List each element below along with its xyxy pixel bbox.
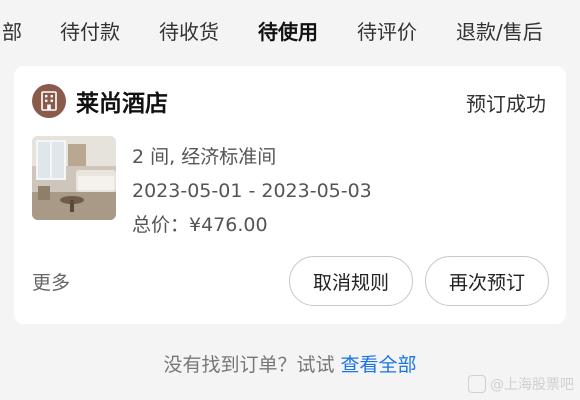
building-icon xyxy=(32,84,66,118)
watermark-logo-icon xyxy=(468,375,486,393)
no-order-hint: 没有找到订单？试试 xyxy=(163,354,335,376)
order-tabs: 部 待付款 待收货 待使用 待评价 退款/售后 xyxy=(0,0,580,60)
view-all-link[interactable]: 查看全部 xyxy=(341,354,417,376)
tab-pending-payment[interactable]: 待付款 xyxy=(60,16,120,45)
tab-pending-receipt[interactable]: 待收货 xyxy=(159,16,219,45)
room-info: 2 间, 经济标准间 xyxy=(132,146,277,168)
watermark-text: @上海股票吧 xyxy=(490,377,574,393)
order-details: 2 间, 经济标准间 2023-05-01 - 2023-05-03 总价：¥4… xyxy=(132,140,372,242)
room-thumbnail[interactable] xyxy=(32,136,116,220)
cancel-rules-button[interactable]: 取消规则 xyxy=(289,256,413,306)
more-button[interactable]: 更多 xyxy=(32,268,70,295)
rebook-button[interactable]: 再次预订 xyxy=(425,256,549,306)
order-status: 预订成功 xyxy=(466,92,546,116)
total-price: 总价：¥476.00 xyxy=(132,214,268,236)
stay-dates: 2023-05-01 - 2023-05-03 xyxy=(132,180,372,202)
tab-all[interactable]: 部 xyxy=(2,16,22,45)
order-list-page: 部 待付款 待收货 待使用 待评价 退款/售后 莱尚酒店 预订成功 2 间, 经… xyxy=(0,0,580,400)
tab-pending-use[interactable]: 待使用 xyxy=(258,16,318,48)
watermark: @上海股票吧 xyxy=(468,374,574,394)
hotel-name: 莱尚酒店 xyxy=(76,91,168,117)
hotel-header[interactable]: 莱尚酒店 xyxy=(32,84,168,118)
tab-refund-aftersales[interactable]: 退款/售后 xyxy=(456,16,543,45)
footer-hint: 没有找到订单？试试 查看全部 xyxy=(0,350,580,377)
tab-pending-review[interactable]: 待评价 xyxy=(357,16,417,45)
order-card[interactable]: 莱尚酒店 预订成功 2 间, 经济标准间 2023-05-01 - 2023-0 xyxy=(14,66,566,324)
